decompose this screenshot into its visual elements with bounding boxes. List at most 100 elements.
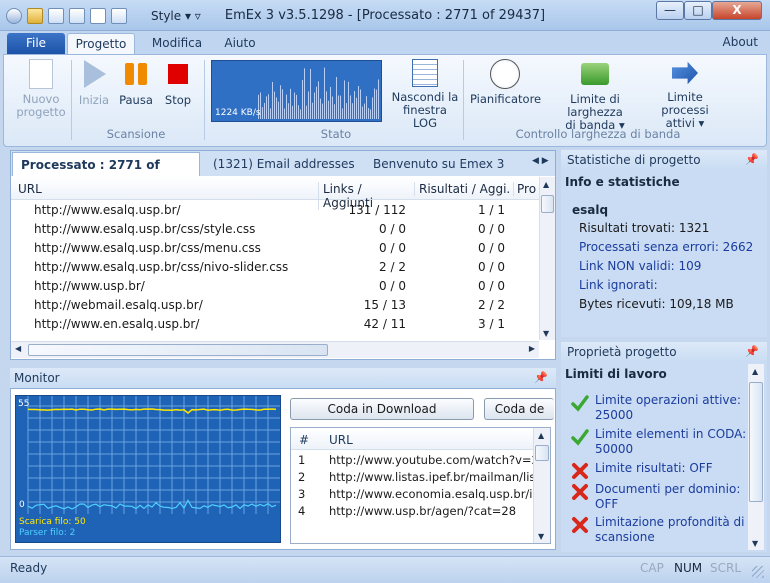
tab-scroll-arrows[interactable]: ◀ ▶ — [532, 156, 549, 166]
speed-bar — [316, 86, 317, 119]
tab-email-addresses[interactable]: (1321) Email addresses — [213, 152, 363, 176]
limit-item[interactable]: Limite elementi in CODA: 50000 — [595, 427, 746, 457]
table-row[interactable]: http://www.esalq.usp.br/css/nivo-slider.… — [11, 258, 539, 277]
scroll-up-icon[interactable]: ▲ — [543, 180, 549, 189]
speed-bar — [340, 95, 341, 119]
scroll-left-icon[interactable]: ◀ — [15, 344, 21, 353]
limit-item[interactable]: Limitazione profondità di scansione — [595, 515, 744, 545]
scrollbar-thumb[interactable] — [749, 382, 763, 502]
props-heading: Limiti di lavoro — [565, 367, 667, 381]
tab-modifica[interactable]: Modifica — [144, 33, 210, 54]
limit-item[interactable]: Limite operazioni attive: 25000 — [595, 393, 741, 423]
speed-bar — [358, 85, 359, 119]
table-row[interactable]: http://www.esalq.usp.br/css/menu.css 0 / … — [11, 239, 539, 258]
table-row[interactable]: http://www.esalq.usp.br/131 / 112 1 / 1 — [11, 201, 539, 220]
state-group-label: Stato — [320, 127, 352, 141]
limit-item[interactable]: Limite risultati: OFF — [595, 461, 713, 476]
table-row[interactable]: http://webmail.esalq.usp.br/15 / 13 2 / 2 — [11, 296, 539, 315]
scroll-down-icon[interactable]: ▼ — [752, 539, 758, 548]
bytes-received: Bytes ricevuti: 109,18 MB — [579, 297, 734, 311]
row-links: 2 / 2 — [379, 260, 406, 274]
table-horizontal-scrollbar[interactable]: ◀ ▶ — [11, 341, 539, 358]
tab-benvenuto[interactable]: Benvenuto su Emex 3 — [373, 152, 513, 176]
speed-bar — [350, 95, 351, 119]
item-url: http://www.listas.ipef.br/mailman/listin… — [329, 470, 533, 484]
row-links: 0 / 0 — [379, 279, 406, 293]
new-project-button[interactable]: Nuovo progetto — [14, 59, 68, 119]
tab-processato[interactable]: Processato : 2771 of 29437 — [12, 152, 200, 196]
about-link[interactable]: About — [723, 35, 758, 49]
limit-value: scansione — [595, 530, 655, 544]
speed-bar — [308, 91, 309, 119]
pin-icon[interactable]: 📌 — [745, 342, 759, 362]
hide-log-button[interactable]: Nascondi la finestra LOG — [390, 59, 460, 130]
speed-bar — [264, 102, 265, 119]
list-item[interactable]: 1 http://www.youtube.com/watch?v=2fbrl6 — [291, 452, 533, 469]
queue-de-button[interactable]: Coda de — [484, 398, 554, 420]
invalid-links-link[interactable]: Link NON validi: 109 — [579, 259, 701, 273]
pause-button[interactable]: Pausa — [117, 59, 155, 107]
scrollbar-thumb[interactable] — [535, 445, 549, 461]
row-url: http://www.en.esalq.usp.br/ — [34, 317, 200, 331]
pin-icon[interactable]: 📌 — [745, 150, 759, 170]
speed-bar — [312, 102, 313, 119]
speed-bar — [338, 95, 339, 119]
row-links: 131 / 112 — [348, 203, 406, 217]
speed-bar — [306, 105, 307, 119]
scroll-right-icon[interactable]: ▶ — [529, 344, 535, 353]
processed-ok-link[interactable]: Processati senza errori: 2662 — [579, 240, 753, 254]
table-row[interactable]: http://www.esalq.usp.br/css/style.css 0 /… — [11, 220, 539, 239]
bandwidth-label-1: Limite di larghezza — [567, 92, 623, 119]
scheduler-button[interactable]: Pianificatore — [470, 59, 541, 106]
speed-bar — [278, 101, 279, 119]
resize-grip-icon[interactable] — [752, 566, 764, 578]
queue-col-url[interactable]: URL — [329, 433, 353, 447]
ignored-links-link[interactable]: Link ignorati: — [579, 278, 658, 292]
start-button[interactable]: Inizia — [74, 59, 114, 107]
speed-bar — [362, 106, 363, 119]
maximize-button[interactable]: □ — [684, 1, 712, 20]
table-row[interactable]: http://www.usp.br/0 / 0 0 / 0 — [11, 277, 539, 296]
scroll-down-icon[interactable]: ▼ — [538, 532, 544, 541]
list-item[interactable]: 4 http://www.usp.br/agen/?cat=28 — [291, 503, 533, 520]
list-item[interactable]: 2 http://www.listas.ipef.br/mailman/listi… — [291, 469, 533, 486]
props-scrollbar[interactable]: ▲ ▼ — [748, 364, 764, 550]
tab-aiuto[interactable]: Aiuto — [216, 33, 264, 54]
stop-button[interactable]: Stop — [160, 59, 196, 107]
process-limit-button[interactable]: Limite processi attivi ▾ — [645, 59, 725, 130]
col-pro[interactable]: Pro — [513, 182, 538, 196]
table-vertical-scrollbar[interactable]: ▲ ▼ — [539, 177, 555, 340]
queue-col-num[interactable]: # — [299, 433, 309, 447]
bandwidth-limit-button[interactable]: Limite di larghezza di banda ▾ — [545, 59, 645, 132]
close-button[interactable]: X — [712, 1, 762, 20]
scroll-up-icon[interactable]: ▲ — [538, 431, 544, 440]
speed-bar — [364, 103, 365, 119]
col-risultati[interactable]: Risultati / Aggi... — [414, 182, 510, 196]
limit-item[interactable]: Documenti per dominio: OFF — [595, 482, 740, 512]
speed-bar — [292, 105, 293, 119]
speed-bar — [276, 97, 277, 119]
row-results: 3 / 1 — [478, 317, 505, 331]
speed-bar — [262, 107, 263, 119]
scroll-down-icon[interactable]: ▼ — [543, 329, 549, 338]
speed-bar — [374, 88, 375, 119]
stats-heading: Info e statistiche — [565, 175, 680, 189]
table-row[interactable]: http://www.en.esalq.usp.br/42 / 11 3 / 1 — [11, 315, 539, 334]
item-url: http://www.usp.br/agen/?cat=28 — [329, 504, 517, 518]
download-queue-button[interactable]: Coda in Download — [290, 398, 474, 420]
tab-file[interactable]: File — [7, 33, 65, 54]
col-url[interactable]: URL — [18, 182, 42, 196]
limit-value: 50000 — [595, 442, 634, 456]
scrollbar-thumb[interactable] — [541, 195, 554, 213]
scroll-up-icon[interactable]: ▲ — [752, 367, 758, 376]
list-item[interactable]: 3 http://www.economia.esalq.usp.br/index. — [291, 486, 533, 503]
minimize-button[interactable]: — — [656, 1, 684, 20]
item-number: 3 — [298, 487, 306, 501]
scrollbar-thumb[interactable] — [28, 344, 328, 356]
pin-icon[interactable]: 📌 — [534, 368, 548, 388]
speed-bar — [274, 91, 275, 119]
queue-scrollbar[interactable]: ▲ ▼ — [533, 428, 550, 543]
tab-progetto[interactable]: Progetto — [67, 33, 135, 54]
speed-bar — [280, 85, 281, 119]
limit-label: Limite risultati: OFF — [595, 461, 713, 475]
